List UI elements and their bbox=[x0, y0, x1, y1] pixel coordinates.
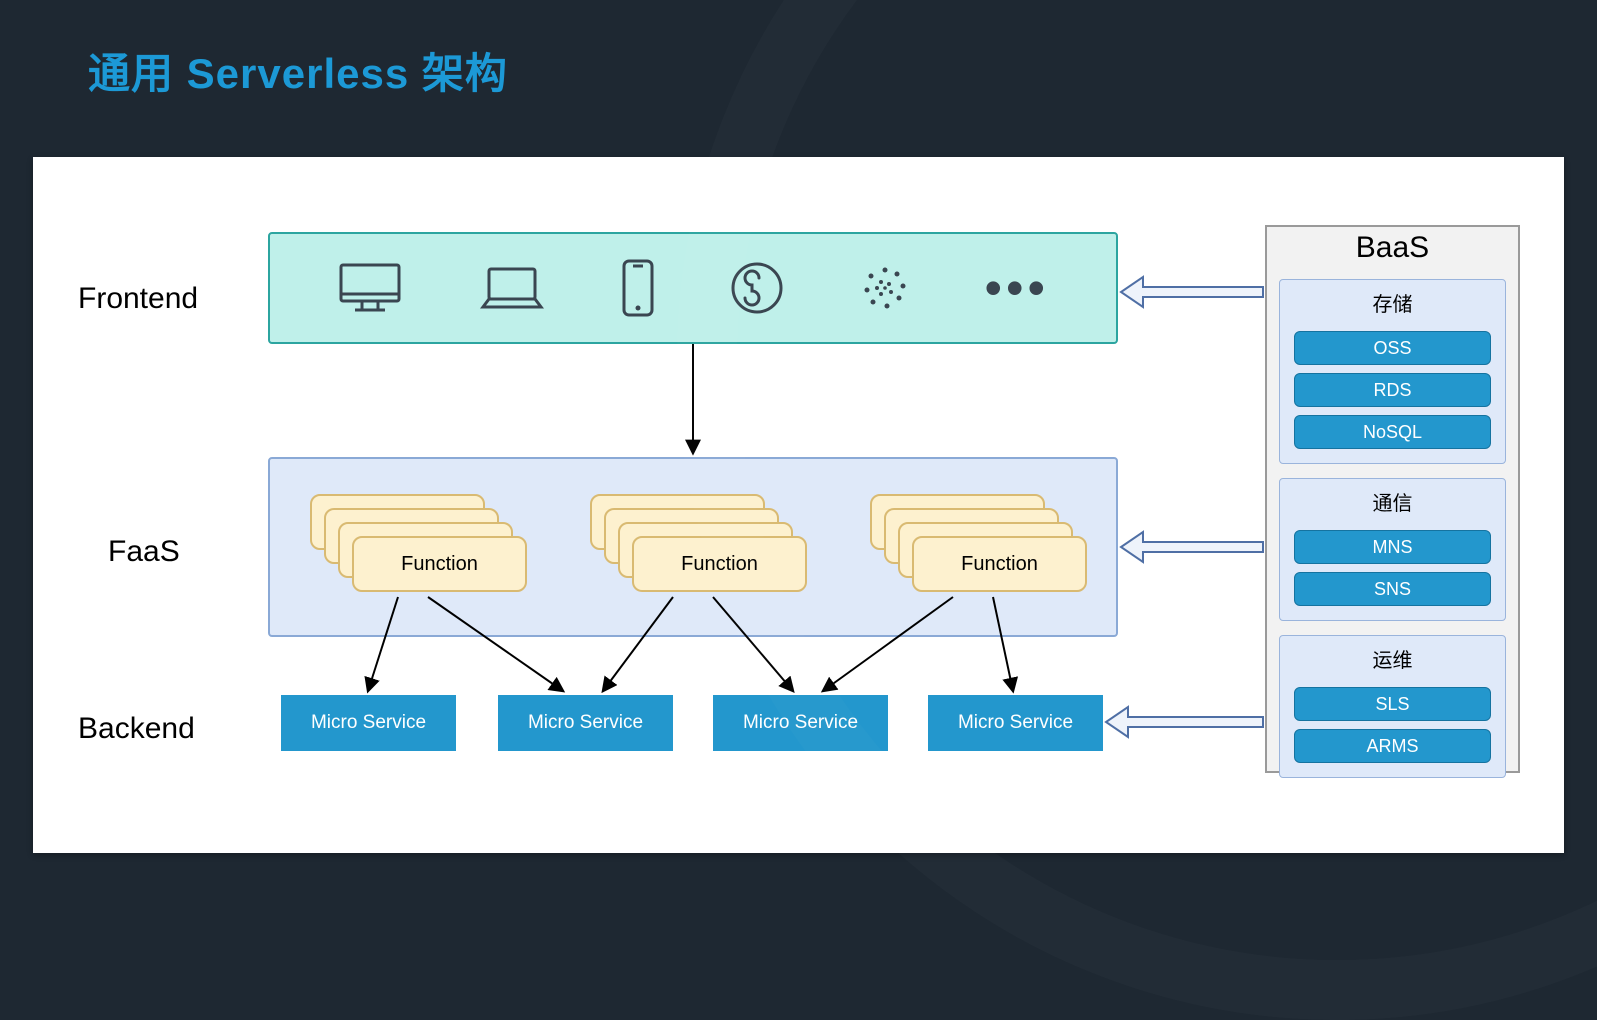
baas-service-sls: SLS bbox=[1294, 687, 1491, 721]
desktop-icon bbox=[337, 261, 403, 315]
baas-title: BaaS bbox=[1267, 227, 1518, 271]
function-card: Function bbox=[912, 536, 1087, 592]
function-stack: Function bbox=[590, 494, 810, 614]
baas-service-oss: OSS bbox=[1294, 331, 1491, 365]
layer-label-backend: Backend bbox=[78, 712, 195, 746]
miniprogram-icon bbox=[729, 260, 785, 316]
microservice-box: Micro Service bbox=[281, 695, 456, 751]
layer-label-frontend: Frontend bbox=[78, 282, 198, 316]
function-card: Function bbox=[352, 536, 527, 592]
laptop-icon bbox=[477, 263, 547, 313]
baas-group-ops: 运维 SLS ARMS bbox=[1279, 635, 1506, 778]
iot-cluster-icon bbox=[859, 262, 911, 314]
phone-icon bbox=[621, 258, 655, 318]
function-card: Function bbox=[632, 536, 807, 592]
function-stack: Function bbox=[870, 494, 1090, 614]
slide-title: 通用 Serverless 架构 bbox=[88, 40, 508, 101]
baas-group-title: 运维 bbox=[1294, 642, 1491, 679]
baas-service-sns: SNS bbox=[1294, 572, 1491, 606]
baas-group-title: 通信 bbox=[1294, 485, 1491, 522]
frontend-box: ••• bbox=[268, 232, 1118, 344]
function-stack: Function bbox=[310, 494, 530, 614]
baas-group-storage: 存储 OSS RDS NoSQL bbox=[1279, 279, 1506, 464]
microservice-box: Micro Service bbox=[928, 695, 1103, 751]
microservice-box: Micro Service bbox=[498, 695, 673, 751]
more-icon: ••• bbox=[984, 259, 1049, 317]
faas-box: Function Function Function bbox=[268, 457, 1118, 637]
baas-group-title: 存储 bbox=[1294, 286, 1491, 323]
baas-service-arms: ARMS bbox=[1294, 729, 1491, 763]
baas-service-rds: RDS bbox=[1294, 373, 1491, 407]
baas-panel: BaaS 存储 OSS RDS NoSQL 通信 MNS SNS 运维 SLS … bbox=[1265, 225, 1520, 773]
diagram-canvas: Frontend FaaS Backend bbox=[33, 157, 1564, 853]
baas-service-mns: MNS bbox=[1294, 530, 1491, 564]
microservice-box: Micro Service bbox=[713, 695, 888, 751]
layer-label-faas: FaaS bbox=[108, 535, 180, 569]
baas-service-nosql: NoSQL bbox=[1294, 415, 1491, 449]
baas-group-messaging: 通信 MNS SNS bbox=[1279, 478, 1506, 621]
